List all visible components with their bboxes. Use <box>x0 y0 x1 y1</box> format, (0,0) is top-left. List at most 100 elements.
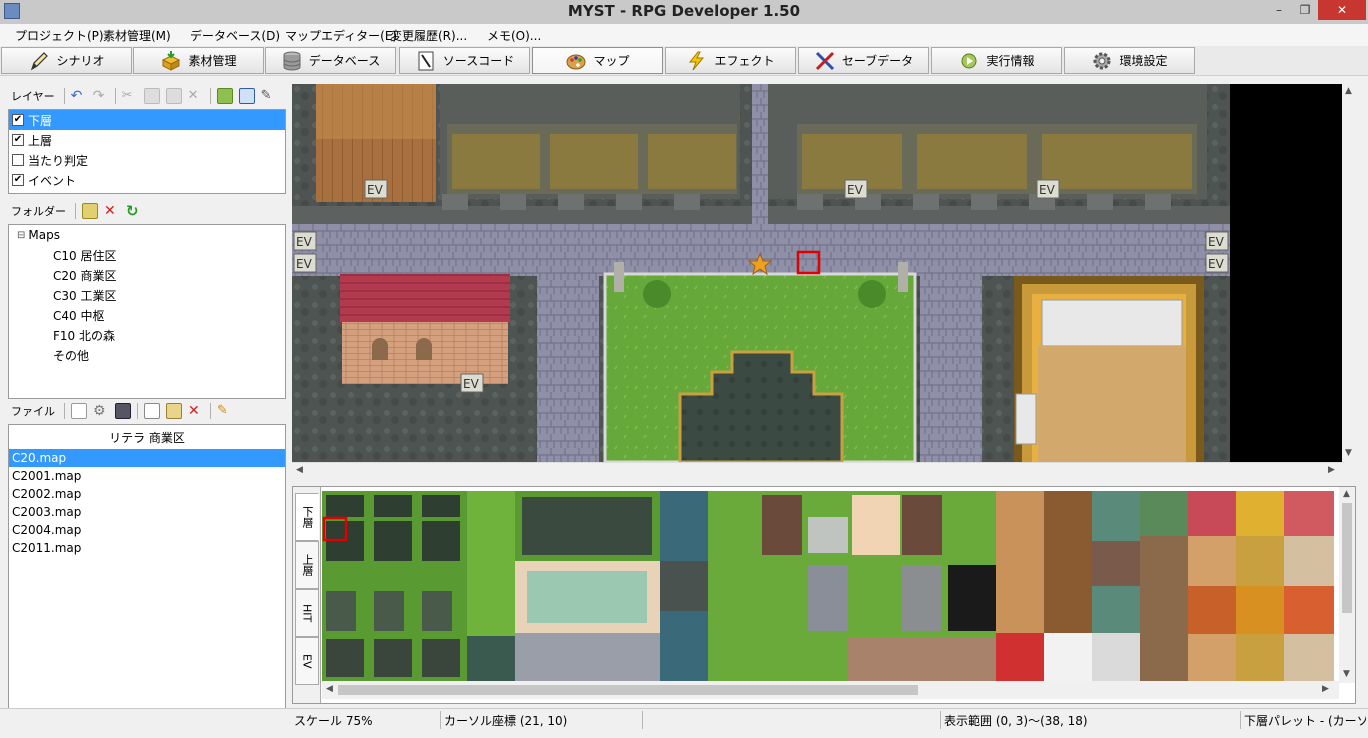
cut-icon[interactable]: ✂ <box>122 88 138 104</box>
delete-file-icon[interactable]: ✕ <box>188 403 204 419</box>
status-palette: 下層パレット - (カーソル) <box>1244 714 1366 728</box>
tree-item-label: F10 北の森 <box>53 328 115 343</box>
file-list-header: リテラ 商業区 <box>109 431 185 445</box>
map-horizontal-scrollbar[interactable]: ◀ ▶ <box>292 462 1344 478</box>
tab-save-data[interactable]: セーブデータ <box>798 47 929 74</box>
layer-item-upper[interactable]: ✔ 上層 <box>9 130 285 150</box>
file-settings-icon[interactable]: ⚙ <box>93 403 109 419</box>
save-icon[interactable] <box>115 403 131 419</box>
layer-event-checkbox[interactable]: ✔ <box>12 174 24 186</box>
new-folder-icon[interactable] <box>82 203 98 219</box>
database-icon <box>283 51 301 70</box>
scroll-down-icon[interactable]: ▼ <box>1345 448 1352 458</box>
tree-item-c10[interactable]: C10 居住区 <box>9 245 285 265</box>
tree-item-c20[interactable]: C20 商業区 <box>9 265 285 285</box>
palette-tab-hit[interactable]: HIT <box>295 589 319 637</box>
layer-upper-checkbox[interactable]: ✔ <box>12 134 24 146</box>
file-item[interactable]: C2011.map <box>9 539 285 557</box>
file-list: リテラ 商業区 C20.map C2001.map C2002.map C200… <box>8 424 286 722</box>
tree-root-maps[interactable]: ⊟ Maps <box>9 225 285 245</box>
tile-palette: 下層 上層 HIT EV ▲ ▼ ◀ ▶ <box>292 486 1356 704</box>
paste-file-icon[interactable] <box>166 403 182 419</box>
new-file-icon[interactable] <box>71 403 87 419</box>
pencil-tool-icon[interactable] <box>216 88 233 104</box>
tree-item-c40[interactable]: C40 中枢 <box>9 305 285 325</box>
tab-run-info[interactable]: 実行情報 <box>931 47 1062 74</box>
palette-tab-ev[interactable]: EV <box>295 637 319 685</box>
scroll-left-icon[interactable]: ◀ <box>326 684 333 694</box>
file-item[interactable]: C20.map <box>9 449 285 467</box>
menu-history[interactable]: 変更履歴(R)... <box>390 27 467 44</box>
tab-assets-label: 素材管理 <box>188 54 237 68</box>
tab-settings[interactable]: 環境設定 <box>1064 47 1195 74</box>
delete-folder-icon[interactable]: ✕ <box>104 203 120 219</box>
palette-icon <box>566 54 586 69</box>
menu-project[interactable]: プロジェクト(P) <box>15 27 104 44</box>
scroll-up-icon[interactable]: ▲ <box>1345 86 1352 96</box>
rectangle-tool-icon[interactable] <box>238 88 255 104</box>
tab-scenario[interactable]: シナリオ <box>1 47 132 74</box>
refresh-icon[interactable]: ↻ <box>126 203 142 219</box>
file-item[interactable]: C2004.map <box>9 521 285 539</box>
menu-memo[interactable]: メモ(O)... <box>487 27 541 44</box>
layer-list: ✔ 下層 ✔ 上層 当たり判定 ✔ イベント <box>8 109 286 194</box>
status-bar: スケール 75% カーソル座標 (21, 10) 表示範囲 (0, 3)～(38… <box>0 708 1368 730</box>
scroll-up-icon[interactable]: ▲ <box>1343 489 1350 499</box>
scroll-down-icon[interactable]: ▼ <box>1343 669 1350 679</box>
scroll-right-icon[interactable]: ▶ <box>1322 684 1329 694</box>
layer-item-collision[interactable]: 当たり判定 <box>9 150 285 170</box>
menu-map-editor[interactable]: マップエディター(E) <box>285 27 397 44</box>
tab-assets[interactable]: 素材管理 <box>133 47 264 74</box>
menu-assets[interactable]: 素材管理(M) <box>103 27 171 44</box>
menu-database[interactable]: データベース(D) <box>190 27 280 44</box>
layer-item-lower[interactable]: ✔ 下層 <box>9 110 285 130</box>
tree-item-c30[interactable]: C30 工業区 <box>9 285 285 305</box>
layer-toolbar: レイヤー ↶ ↷ ✂ ✕ ✎ <box>8 84 286 108</box>
tab-effect[interactable]: エフェクト <box>665 47 796 74</box>
tree-collapse-toggle[interactable]: ⊟ <box>17 230 25 241</box>
tile-grid[interactable] <box>322 491 1334 681</box>
palette-vertical-scrollbar[interactable]: ▲ ▼ <box>1339 487 1355 683</box>
palette-tab-lower[interactable]: 下層 <box>295 493 319 541</box>
folder-tree: ⊟ Maps C10 居住区 C20 商業区 C30 工業区 C40 中枢 F1… <box>8 224 286 399</box>
status-view-range: 表示範囲 (0, 3)～(38, 18) <box>944 714 1088 728</box>
file-item[interactable]: C2003.map <box>9 503 285 521</box>
map-vertical-scrollbar[interactable]: ▲ ▼ <box>1342 84 1356 462</box>
scroll-thumb[interactable] <box>1342 503 1352 613</box>
pen-icon <box>31 51 49 70</box>
layer-collision-checkbox[interactable] <box>12 154 24 166</box>
redo-icon[interactable]: ↷ <box>93 88 109 104</box>
layer-label: レイヤー <box>11 90 55 103</box>
maximize-button[interactable]: ❐ <box>1292 0 1318 20</box>
close-button[interactable]: ✕ <box>1318 0 1366 20</box>
tab-source-code[interactable]: ソースコード <box>399 47 530 74</box>
eraser-tool-icon[interactable]: ✎ <box>261 88 277 104</box>
map-canvas[interactable]: EV EV EV EV EV EV EV EV <box>292 84 1354 462</box>
layer-item-event[interactable]: ✔ イベント <box>9 170 285 190</box>
rename-icon[interactable]: ✎ <box>217 403 233 419</box>
tab-database[interactable]: データベース <box>265 47 396 74</box>
file-item[interactable]: C2001.map <box>9 467 285 485</box>
layer-item-label: 当たり判定 <box>28 153 89 168</box>
palette-tab-upper[interactable]: 上層 <box>295 541 319 589</box>
delete-icon[interactable]: ✕ <box>188 88 204 104</box>
map-render: EV EV EV EV EV EV EV EV <box>292 84 1354 462</box>
tree-item-other[interactable]: その他 <box>9 345 285 365</box>
copy-icon[interactable] <box>143 88 160 104</box>
file-item[interactable]: C2002.map <box>9 485 285 503</box>
paste-icon[interactable] <box>165 88 182 104</box>
scroll-right-icon[interactable]: ▶ <box>1328 465 1335 475</box>
layer-lower-checkbox[interactable]: ✔ <box>12 114 24 126</box>
ev-marker: EV <box>1039 183 1056 197</box>
tab-run-info-label: 実行情報 <box>986 54 1035 68</box>
tree-item-f10[interactable]: F10 北の森 <box>9 325 285 345</box>
copy-file-icon[interactable] <box>144 403 160 419</box>
scroll-thumb[interactable] <box>338 685 918 695</box>
tab-map[interactable]: マップ <box>532 47 663 74</box>
palette-horizontal-scrollbar[interactable]: ◀ ▶ <box>322 681 1339 699</box>
ev-marker: EV <box>1208 235 1225 249</box>
scroll-left-icon[interactable]: ◀ <box>296 465 303 475</box>
tab-map-label: マップ <box>593 54 630 68</box>
undo-icon[interactable]: ↶ <box>71 88 87 104</box>
minimize-button[interactable]: – <box>1266 0 1292 20</box>
